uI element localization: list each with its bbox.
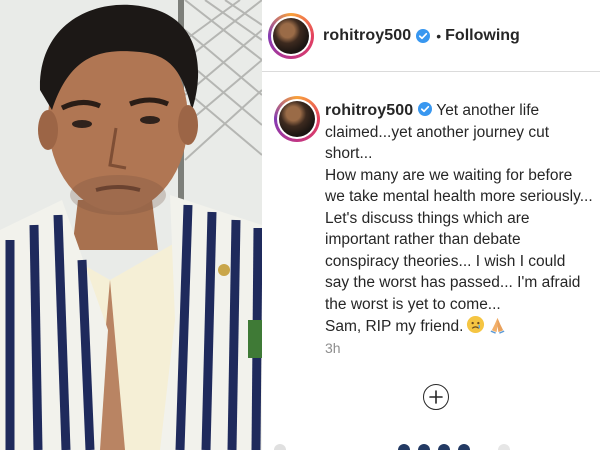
separator-dot: • [436, 27, 442, 44]
comment-text-block: rohitroy500 Yet another life claimed...y… [325, 100, 593, 338]
bookmark-icon[interactable] [498, 444, 510, 450]
reaction-icon[interactable] [438, 444, 450, 450]
load-more-comments-button[interactable] [423, 384, 449, 410]
like-icon[interactable] [274, 444, 286, 450]
verified-badge-icon [416, 28, 431, 43]
sad-face-emoji-icon [467, 315, 485, 334]
verified-badge-icon [418, 102, 433, 116]
action-bar-partial [262, 444, 600, 450]
reaction-icon[interactable] [398, 444, 410, 450]
folded-hands-emoji-icon [490, 317, 505, 334]
post-username[interactable]: rohitroy500 [323, 27, 411, 45]
comment-body: rohitroy500 Yet another life claimed...y… [325, 100, 593, 338]
profile-avatar[interactable] [268, 12, 314, 59]
comment-username[interactable]: rohitroy500 [325, 102, 413, 119]
post-header: rohitroy500 • Following [262, 0, 600, 72]
reaction-icon[interactable] [458, 444, 470, 450]
following-button[interactable]: Following [445, 27, 520, 45]
post-timestamp: 3h [325, 340, 341, 356]
comment-text: Yet another life claimed...yet another j… [325, 102, 593, 335]
post-photo [0, 0, 262, 450]
plus-circle-icon [429, 390, 443, 404]
post-side-panel: rohitroy500 • Following rohitroy500 Yet … [262, 0, 600, 450]
man-portrait-image [0, 0, 262, 450]
comment-avatar[interactable] [274, 96, 320, 142]
reaction-icon[interactable] [418, 444, 430, 450]
